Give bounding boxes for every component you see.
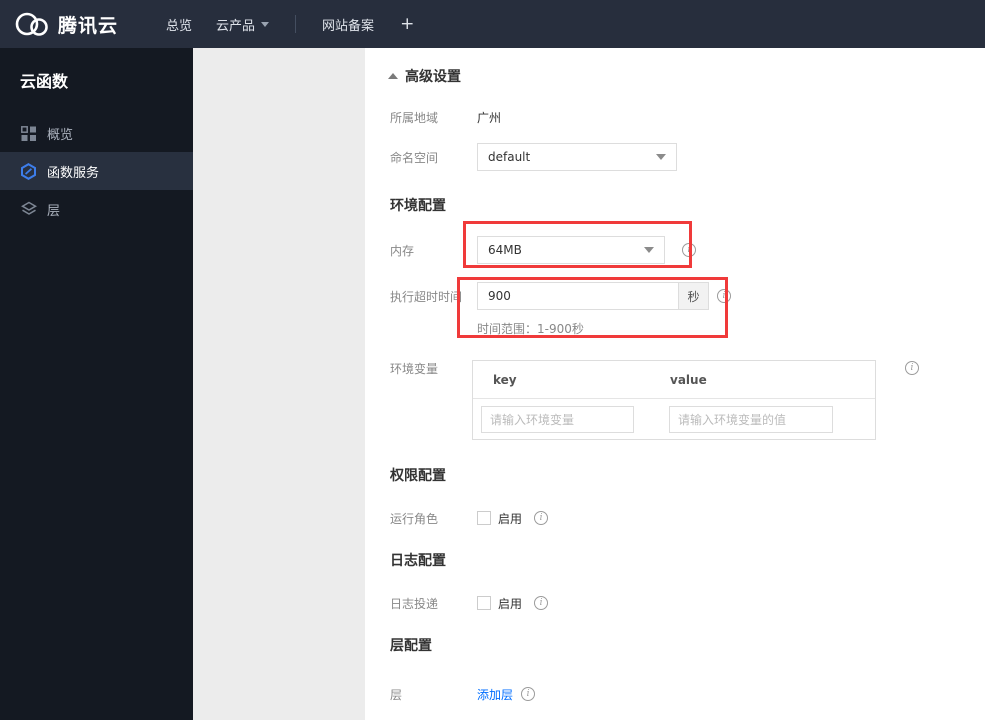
env-value-input[interactable]	[669, 406, 833, 433]
timeout-info-icon[interactable]: i	[717, 289, 731, 303]
scf-hexagon-icon	[20, 162, 37, 180]
region-label: 所属地域	[390, 110, 439, 125]
add-layer-link[interactable]: 添加层	[477, 686, 513, 703]
log-delivery-row: 日志投递 启用 i	[390, 595, 549, 611]
layer-info-icon[interactable]: i	[521, 687, 536, 701]
collapse-arrow-icon	[388, 73, 398, 79]
nav-item-label: 网站备案	[322, 18, 375, 34]
env-vars-info-icon[interactable]: i	[905, 361, 919, 375]
advanced-settings-toggle[interactable]: 高级设置	[388, 66, 461, 86]
timeout-row: 执行超时时间 秒 i	[390, 282, 731, 310]
namespace-row: 命名空间 default	[390, 143, 677, 171]
grid-icon	[20, 125, 37, 142]
nav-items: 总览 云产品 网站备案 +	[154, 0, 428, 48]
cloud-logo-icon	[15, 12, 48, 36]
sidebar-title: 云函数	[20, 72, 69, 91]
nav-divider	[295, 15, 297, 33]
nav-item-icp-filing[interactable]: 网站备案	[310, 0, 386, 48]
sidebar-item-label: 概览	[47, 127, 74, 143]
region-value: 广州	[477, 110, 502, 125]
timeout-label: 执行超时时间	[390, 289, 463, 304]
run-role-info-icon[interactable]: i	[534, 511, 549, 525]
memory-selected-value: 64MB	[488, 243, 522, 257]
namespace-label: 命名空间	[390, 150, 439, 165]
timeout-input[interactable]	[477, 282, 679, 310]
sidebar-item-overview[interactable]: 概览	[0, 114, 193, 152]
chevron-down-icon	[261, 21, 270, 27]
dropdown-caret-icon	[644, 247, 654, 253]
env-key-header: key	[493, 372, 517, 387]
log-delivery-checkbox[interactable]	[477, 596, 491, 610]
env-vars-input-row	[473, 399, 875, 440]
sidebar-item-label: 函数服务	[47, 165, 100, 181]
env-value-header: value	[670, 372, 707, 387]
log-delivery-enable-label: 启用	[498, 596, 523, 611]
layer-row: 层 添加层 i	[390, 686, 536, 703]
log-delivery-label: 日志投递	[390, 596, 439, 611]
sidebar: 云函数 概览 函数服务 层	[0, 48, 193, 720]
top-navbar: 腾讯云 总览 云产品 网站备案 +	[0, 0, 985, 48]
run-role-checkbox[interactable]	[477, 511, 491, 525]
layer-label: 层	[390, 687, 403, 702]
env-vars-header-row: key value	[473, 361, 875, 399]
timeout-unit-addon: 秒	[679, 282, 709, 310]
env-vars-label-row: 环境变量	[390, 360, 477, 376]
env-key-input[interactable]	[481, 406, 634, 433]
page-background-strip	[193, 48, 365, 720]
sidebar-item-function-service[interactable]: 函数服务	[0, 152, 193, 190]
layers-icon	[20, 201, 37, 218]
sidebar-item-label: 层	[47, 203, 61, 219]
timeout-hint: 时间范围：1-900秒	[477, 322, 584, 336]
memory-info-icon[interactable]: i	[682, 243, 696, 257]
add-tab-button[interactable]: +	[386, 0, 428, 48]
region-row: 所属地域 广州	[390, 109, 501, 125]
memory-label: 内存	[390, 243, 415, 258]
env-vars-table: key value	[472, 360, 876, 440]
tencent-cloud-logo[interactable]: 腾讯云	[14, 11, 118, 38]
section-env-config: 环境配置	[390, 198, 446, 214]
section-permission-config: 权限配置	[390, 468, 446, 484]
env-vars-label: 环境变量	[390, 361, 439, 376]
nav-item-label: 总览	[166, 18, 193, 34]
namespace-dropdown[interactable]: default	[477, 143, 677, 171]
brand-name: 腾讯云	[58, 14, 119, 37]
run-role-label: 运行角色	[390, 511, 439, 526]
dropdown-caret-icon	[656, 154, 666, 160]
function-config-panel: 高级设置 所属地域 广州 命名空间 default 环境配置 内存 64MB i…	[365, 48, 985, 720]
nav-item-label: 云产品	[216, 18, 256, 34]
nav-item-cloud-products[interactable]: 云产品	[204, 0, 281, 48]
advanced-settings-label: 高级设置	[405, 69, 461, 85]
memory-row: 内存 64MB i	[390, 236, 696, 264]
run-role-enable-label: 启用	[498, 511, 523, 526]
log-delivery-info-icon[interactable]: i	[534, 596, 549, 610]
namespace-selected-value: default	[488, 150, 531, 164]
sidebar-item-layers[interactable]: 层	[0, 190, 193, 228]
nav-item-overview[interactable]: 总览	[154, 0, 204, 48]
memory-dropdown[interactable]: 64MB	[477, 236, 665, 264]
run-role-row: 运行角色 启用 i	[390, 510, 549, 526]
section-log-config: 日志配置	[390, 553, 446, 569]
section-layer-config: 层配置	[390, 638, 432, 654]
